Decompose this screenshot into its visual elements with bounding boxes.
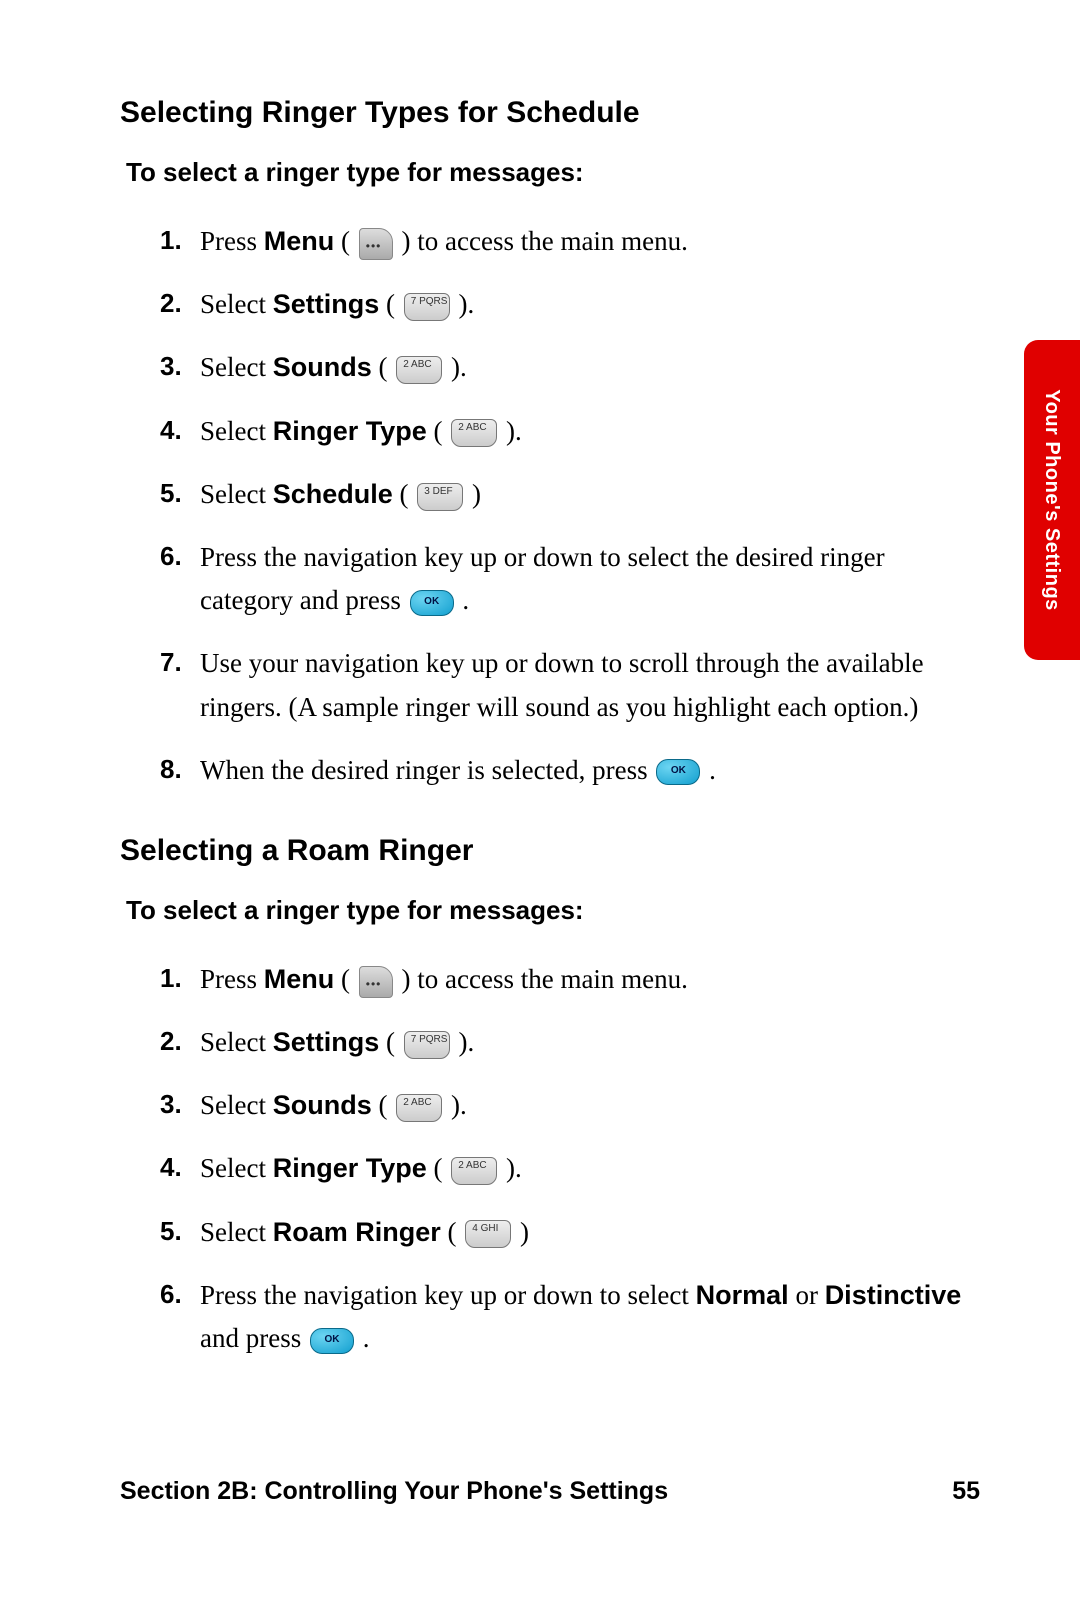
text: Select	[200, 352, 273, 382]
bold: Ringer Type	[273, 416, 427, 446]
step-b1: Press Menu ( ) to access the main menu.	[160, 958, 980, 1001]
text: (	[441, 1217, 464, 1247]
step-a6: Press the navigation key up or down to s…	[160, 536, 980, 622]
text: Select	[200, 1090, 273, 1120]
text: (	[393, 479, 416, 509]
text: .	[356, 1323, 370, 1353]
text: ).	[452, 289, 475, 319]
page-content: Selecting Ringer Types for Schedule To s…	[0, 0, 1080, 1360]
text: )	[513, 1217, 529, 1247]
text: Press	[200, 964, 264, 994]
text: ).	[499, 416, 522, 446]
ok-icon	[310, 1328, 354, 1354]
steps-a: Press Menu ( ) to access the main menu. …	[120, 220, 980, 792]
bold: Sounds	[273, 352, 372, 382]
key-7-icon	[404, 293, 450, 321]
key-2-icon	[451, 1157, 497, 1185]
page-number: 55	[952, 1473, 980, 1511]
step-a8: When the desired ringer is selected, pre…	[160, 749, 980, 792]
text: (	[372, 352, 395, 382]
text: ).	[444, 352, 467, 382]
text: (	[334, 226, 357, 256]
step-a7: Use your navigation key up or down to sc…	[160, 642, 980, 728]
footer-section: Section 2B: Controlling Your Phone's Set…	[120, 1473, 668, 1511]
step-a2: Select Settings ( ).	[160, 283, 980, 326]
bold: Menu	[264, 964, 335, 994]
side-tab-label: Your Phone's Settings	[1037, 389, 1067, 611]
text: ).	[499, 1153, 522, 1183]
text: (	[334, 964, 357, 994]
text: Select	[200, 1153, 273, 1183]
heading-schedule: Selecting Ringer Types for Schedule	[120, 90, 980, 135]
text: (	[379, 289, 402, 319]
text: .	[456, 585, 470, 615]
step-b2: Select Settings ( ).	[160, 1021, 980, 1064]
ok-icon	[656, 759, 700, 785]
text: Select	[200, 1027, 273, 1057]
bold: Ringer Type	[273, 1153, 427, 1183]
text: ).	[444, 1090, 467, 1120]
menu-icon	[359, 228, 393, 260]
text: (	[379, 1027, 402, 1057]
bold: Settings	[273, 289, 380, 319]
side-tab: Your Phone's Settings	[1024, 340, 1080, 660]
text: Select	[200, 1217, 273, 1247]
text: or	[789, 1280, 825, 1310]
bold: Roam Ringer	[273, 1217, 441, 1247]
text: ).	[452, 1027, 475, 1057]
text: (	[427, 1153, 450, 1183]
step-b6: Press the navigation key up or down to s…	[160, 1274, 980, 1360]
heading-roam: Selecting a Roam Ringer	[120, 828, 980, 873]
menu-icon	[359, 966, 393, 998]
ok-icon	[410, 590, 454, 616]
step-a4: Select Ringer Type ( ).	[160, 410, 980, 453]
step-a5: Select Schedule ( )	[160, 473, 980, 516]
bold: Distinctive	[825, 1280, 962, 1310]
footer: Section 2B: Controlling Your Phone's Set…	[120, 1473, 980, 1511]
step-b3: Select Sounds ( ).	[160, 1084, 980, 1127]
key-2-icon	[396, 356, 442, 384]
bold: Schedule	[273, 479, 393, 509]
key-4-icon	[465, 1220, 511, 1248]
key-2-icon	[396, 1094, 442, 1122]
bold: Menu	[264, 226, 335, 256]
subhead-a: To select a ringer type for messages:	[126, 153, 980, 192]
text: Press the navigation key up or down to s…	[200, 542, 885, 615]
bold: Settings	[273, 1027, 380, 1057]
bold: Sounds	[273, 1090, 372, 1120]
step-b4: Select Ringer Type ( ).	[160, 1147, 980, 1190]
text: When the desired ringer is selected, pre…	[200, 755, 654, 785]
text: (	[372, 1090, 395, 1120]
text: )	[465, 479, 481, 509]
steps-b: Press Menu ( ) to access the main menu. …	[120, 958, 980, 1360]
text: ) to access the main menu.	[395, 226, 688, 256]
text: ) to access the main menu.	[395, 964, 688, 994]
text: Select	[200, 416, 273, 446]
step-a3: Select Sounds ( ).	[160, 346, 980, 389]
text: Press the navigation key up or down to s…	[200, 1280, 696, 1310]
key-2-icon	[451, 419, 497, 447]
text: (	[427, 416, 450, 446]
bold: Normal	[696, 1280, 789, 1310]
text: and press	[200, 1323, 308, 1353]
text: .	[702, 755, 716, 785]
key-7-icon	[404, 1031, 450, 1059]
subhead-b: To select a ringer type for messages:	[126, 891, 980, 930]
key-3-icon	[417, 483, 463, 511]
text: Select	[200, 289, 273, 319]
text: Press	[200, 226, 264, 256]
step-a1: Press Menu ( ) to access the main menu.	[160, 220, 980, 263]
step-b5: Select Roam Ringer ( )	[160, 1211, 980, 1254]
text: Select	[200, 479, 273, 509]
